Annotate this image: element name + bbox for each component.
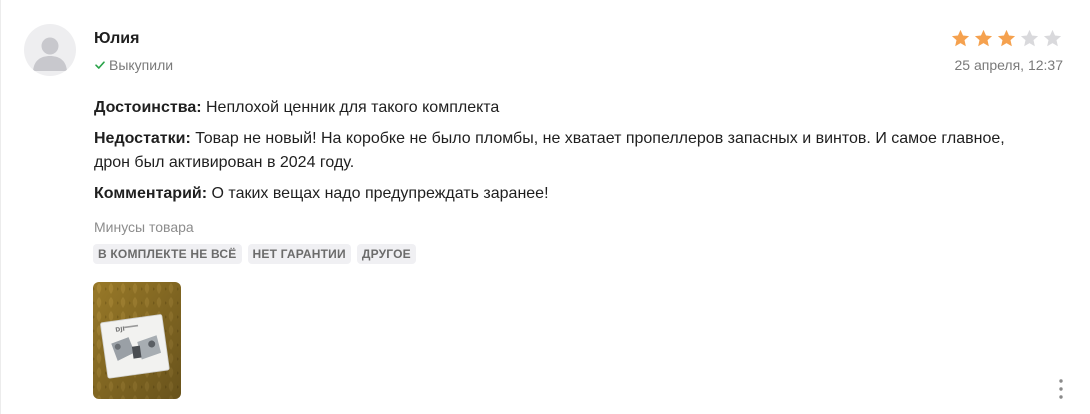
- tag-no-warranty[interactable]: НЕТ ГАРАНТИИ: [247, 244, 351, 264]
- review-author: Юлия: [94, 30, 140, 47]
- verified-label: Выкупили: [109, 57, 174, 73]
- review-photo[interactable]: DJI: [93, 282, 181, 399]
- check-icon: [95, 61, 105, 69]
- star-empty-icon: [1020, 29, 1039, 47]
- star-empty-icon: [1043, 29, 1062, 47]
- user-avatar-icon: [24, 24, 76, 76]
- review-pros: Достоинства: Неплохой ценник для такого …: [94, 96, 1014, 120]
- star-filled-icon: [951, 29, 970, 47]
- pros-label: Достоинства:: [94, 99, 202, 116]
- rating-stars: [950, 28, 1063, 49]
- review-card: Юлия Выкупили 25 апреля, 12:37 Достоинст…: [0, 0, 1090, 414]
- minus-title: Минусы товара: [94, 219, 194, 235]
- review-date: 25 апреля, 12:37: [954, 57, 1064, 73]
- comment-label: Комментарий:: [94, 185, 208, 202]
- review-comment: Комментарий: О таких вещах надо предупре…: [94, 182, 1014, 206]
- review-cons: Недостатки: Товар не новый! На коробке н…: [94, 127, 1014, 175]
- more-vertical-icon[interactable]: [1056, 377, 1066, 401]
- review-body: Достоинства: Неплохой ценник для такого …: [94, 96, 1014, 213]
- tag-incomplete[interactable]: В КОМПЛЕКТЕ НЕ ВСЁ: [93, 244, 242, 264]
- star-filled-icon: [997, 29, 1016, 47]
- cons-text: Товар не новый! На коробке не было пломб…: [94, 130, 1005, 171]
- tag-other[interactable]: ДРУГОЕ: [356, 244, 416, 264]
- photo-box-brand: DJI: [115, 326, 125, 334]
- minus-tags: В КОМПЛЕКТЕ НЕ ВСЁ НЕТ ГАРАНТИИ ДРУГОЕ: [93, 244, 416, 264]
- verified-purchase: Выкупили: [94, 57, 173, 73]
- comment-text: О таких вещах надо предупреждать заранее…: [207, 185, 549, 202]
- pros-text: Неплохой ценник для такого комплекта: [201, 99, 500, 116]
- star-filled-icon: [974, 29, 993, 47]
- cons-label: Недостатки:: [94, 130, 191, 147]
